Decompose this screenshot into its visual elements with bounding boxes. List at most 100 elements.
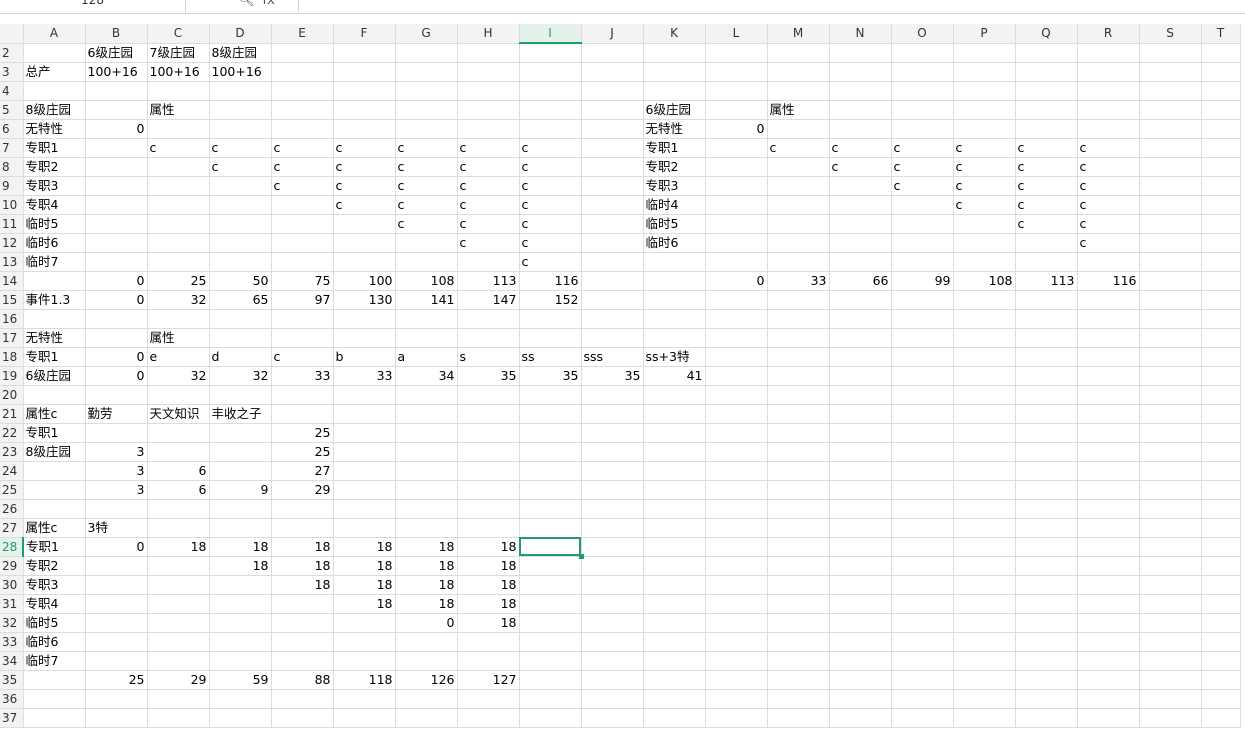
row-header-18[interactable]: 18 — [0, 347, 24, 367]
cell-j9[interactable] — [581, 176, 644, 196]
cell-d14[interactable]: 50 — [209, 271, 272, 291]
cell-e12[interactable] — [271, 233, 334, 253]
cell-a18[interactable]: 专职1 — [23, 347, 86, 367]
cell-h2[interactable] — [457, 43, 520, 63]
cell-q34[interactable] — [1015, 651, 1078, 671]
row-header-33[interactable]: 33 — [0, 632, 24, 652]
cell-n14[interactable]: 66 — [829, 271, 892, 291]
cell-r17[interactable] — [1077, 328, 1140, 348]
cell-q3[interactable] — [1015, 62, 1078, 82]
cell-a4[interactable] — [23, 81, 86, 101]
cell-o32[interactable] — [891, 613, 954, 633]
cell-p8[interactable]: c — [953, 157, 1016, 177]
cell-a9[interactable]: 专职3 — [23, 176, 86, 196]
cell-h37[interactable] — [457, 708, 520, 728]
cell-a28[interactable]: 专职1 — [23, 537, 86, 557]
cell-h16[interactable] — [457, 309, 520, 329]
cell-m27[interactable] — [767, 518, 830, 538]
cell-h33[interactable] — [457, 632, 520, 652]
cell-j3[interactable] — [581, 62, 644, 82]
cell-t16[interactable] — [1201, 309, 1241, 329]
cell-j6[interactable] — [581, 119, 644, 139]
cell-q30[interactable] — [1015, 575, 1078, 595]
cell-q25[interactable] — [1015, 480, 1078, 500]
cell-d31[interactable] — [209, 594, 272, 614]
column-header-l[interactable]: L — [705, 24, 768, 44]
cell-h24[interactable] — [457, 461, 520, 481]
cell-b30[interactable] — [85, 575, 148, 595]
cell-o18[interactable] — [891, 347, 954, 367]
cell-m13[interactable] — [767, 252, 830, 272]
cell-m4[interactable] — [767, 81, 830, 101]
cell-m26[interactable] — [767, 499, 830, 519]
cell-m37[interactable] — [767, 708, 830, 728]
cell-q17[interactable] — [1015, 328, 1078, 348]
cell-m24[interactable] — [767, 461, 830, 481]
cell-r27[interactable] — [1077, 518, 1140, 538]
column-header-o[interactable]: O — [891, 24, 954, 44]
select-all-corner[interactable] — [0, 24, 24, 44]
cell-f21[interactable] — [333, 404, 396, 424]
cell-d10[interactable] — [209, 195, 272, 215]
cell-q29[interactable] — [1015, 556, 1078, 576]
cell-s19[interactable] — [1139, 366, 1202, 386]
cell-j32[interactable] — [581, 613, 644, 633]
cell-n29[interactable] — [829, 556, 892, 576]
cell-p12[interactable] — [953, 233, 1016, 253]
cell-k16[interactable] — [643, 309, 706, 329]
cell-b31[interactable] — [85, 594, 148, 614]
cell-q5[interactable] — [1015, 100, 1078, 120]
cell-p2[interactable] — [953, 43, 1016, 63]
cell-c34[interactable] — [147, 651, 210, 671]
cell-e36[interactable] — [271, 689, 334, 709]
cell-f30[interactable]: 18 — [333, 575, 396, 595]
cell-h25[interactable] — [457, 480, 520, 500]
cell-t28[interactable] — [1201, 537, 1241, 557]
cell-c2[interactable]: 7级庄园 — [147, 43, 210, 63]
cell-s22[interactable] — [1139, 423, 1202, 443]
row-header-28[interactable]: 28 — [0, 537, 24, 557]
cell-c25[interactable]: 6 — [147, 480, 210, 500]
row-header-36[interactable]: 36 — [0, 689, 24, 709]
cell-b21[interactable]: 勤劳 — [85, 404, 148, 424]
cell-d20[interactable] — [209, 385, 272, 405]
cell-a30[interactable]: 专职3 — [23, 575, 86, 595]
cell-m6[interactable] — [767, 119, 830, 139]
cell-r33[interactable] — [1077, 632, 1140, 652]
cell-d22[interactable] — [209, 423, 272, 443]
cell-n21[interactable] — [829, 404, 892, 424]
cell-p19[interactable] — [953, 366, 1016, 386]
cell-l33[interactable] — [705, 632, 768, 652]
cell-r28[interactable] — [1077, 537, 1140, 557]
cell-c33[interactable] — [147, 632, 210, 652]
cell-p35[interactable] — [953, 670, 1016, 690]
row-header-12[interactable]: 12 — [0, 233, 24, 253]
cell-i22[interactable] — [519, 423, 582, 443]
cell-m18[interactable] — [767, 347, 830, 367]
cell-a26[interactable] — [23, 499, 86, 519]
cell-n2[interactable] — [829, 43, 892, 63]
cell-j15[interactable] — [581, 290, 644, 310]
cell-i35[interactable] — [519, 670, 582, 690]
cell-e11[interactable] — [271, 214, 334, 234]
row-header-16[interactable]: 16 — [0, 309, 24, 329]
cell-k20[interactable] — [643, 385, 706, 405]
cell-j36[interactable] — [581, 689, 644, 709]
cell-n20[interactable] — [829, 385, 892, 405]
cell-a32[interactable]: 临时5 — [23, 613, 86, 633]
cell-i30[interactable] — [519, 575, 582, 595]
cell-i6[interactable] — [519, 119, 582, 139]
cell-b25[interactable]: 3 — [85, 480, 148, 500]
cell-l5[interactable] — [705, 100, 768, 120]
cell-m25[interactable] — [767, 480, 830, 500]
cell-o9[interactable]: c — [891, 176, 954, 196]
cell-e31[interactable] — [271, 594, 334, 614]
cell-g32[interactable]: 0 — [395, 613, 458, 633]
cell-m30[interactable] — [767, 575, 830, 595]
row-header-9[interactable]: 9 — [0, 176, 24, 196]
cell-q22[interactable] — [1015, 423, 1078, 443]
cell-j24[interactable] — [581, 461, 644, 481]
row-header-24[interactable]: 24 — [0, 461, 24, 481]
cell-e5[interactable] — [271, 100, 334, 120]
cell-m29[interactable] — [767, 556, 830, 576]
